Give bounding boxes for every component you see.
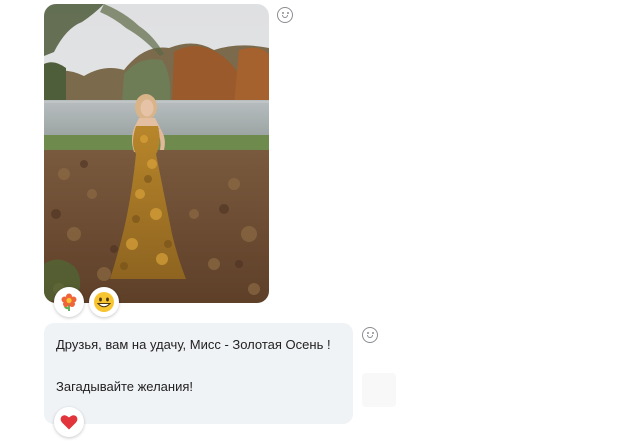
- reaction-heart[interactable]: [54, 407, 84, 437]
- add-reaction-icon[interactable]: [362, 327, 378, 343]
- text-message-bubble[interactable]: Друзья, вам на удачу, Мисс - Золотая Осе…: [44, 323, 353, 424]
- message-line-2: Загадывайте желания!: [56, 379, 194, 394]
- message-line-1: Друзья, вам на удачу, Мисс - Золотая Осе…: [56, 337, 331, 352]
- add-reaction-icon[interactable]: [277, 7, 293, 23]
- reaction-flower[interactable]: [54, 287, 84, 317]
- reaction-grinning-face[interactable]: [89, 287, 119, 317]
- grinning-face-emoji-icon: [94, 292, 114, 312]
- loading-placeholder: [362, 373, 396, 407]
- heart-emoji-icon: [60, 415, 78, 430]
- photo-message[interactable]: [44, 4, 269, 303]
- flower-emoji-icon: [61, 293, 77, 311]
- photo-image: [44, 4, 269, 303]
